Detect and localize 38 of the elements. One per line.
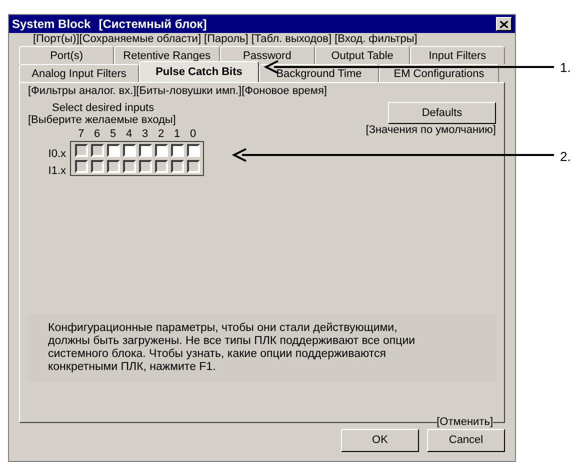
bit-number: 5 (108, 127, 118, 141)
bit-number: 3 (140, 127, 150, 141)
checkbox[interactable] (106, 144, 120, 157)
bit-number: 2 (156, 127, 166, 141)
checkbox[interactable] (138, 144, 152, 157)
select-inputs-translation: [Выберите желаемые входы] (28, 114, 176, 126)
callout-number: 2. (560, 148, 571, 166)
close-button[interactable] (496, 17, 512, 31)
window-title: System Block (12, 16, 91, 33)
tab[interactable]: Input Filters (410, 46, 506, 64)
tab[interactable]: Port(s) (19, 46, 114, 64)
info-note: Конфигурационные параметры, чтобы они стали действующими, должны быть загружены. Не все типы ПЛК поддерживают все опции системного блока. Чтобы узнать, какие опции поддерживаются конкретными ПЛК, нажмите F1. (28, 314, 496, 382)
title-translation: [Системный блок] (98, 16, 207, 33)
row-label: I0.x (48, 147, 66, 161)
cancel-translation: [Отменить] (436, 417, 493, 428)
select-inputs-label: Select desired inputs (51, 102, 156, 114)
checkbox[interactable] (186, 144, 200, 157)
ok-button[interactable]: OK (341, 429, 419, 452)
bit-number: 4 (124, 127, 134, 141)
row-label: I1.x (48, 164, 66, 178)
tab[interactable]: Analog Input Filters (19, 64, 139, 82)
tab[interactable]: Password (220, 46, 315, 64)
checkbox[interactable] (122, 144, 136, 157)
close-icon (500, 20, 508, 28)
tab[interactable]: Output Table (314, 46, 410, 64)
callout-number: 1. (560, 59, 571, 77)
bit-number: 1 (172, 127, 182, 141)
tab-translations: [Фильтры аналог. вх.][Биты-ловушки имп.][Фоновое время] (28, 85, 328, 98)
cancel-button[interactable]: Cancel (427, 429, 505, 452)
defaults-button[interactable]: Defaults (388, 102, 496, 124)
tab-translations: [Порт(ы)][Сохраняемые области] [Пароль] [Табл. выходов] [Вход. фильтры] (32, 33, 418, 46)
tab[interactable]: Pulse Catch Bits (139, 61, 259, 82)
checkbox[interactable] (154, 144, 168, 157)
bit-number: 6 (92, 127, 102, 141)
defaults-translation: [Значения по умолчанию] (366, 124, 496, 137)
bit-number: 0 (188, 127, 198, 141)
checkbox[interactable] (170, 144, 184, 157)
bit-number: 7 (76, 127, 86, 141)
